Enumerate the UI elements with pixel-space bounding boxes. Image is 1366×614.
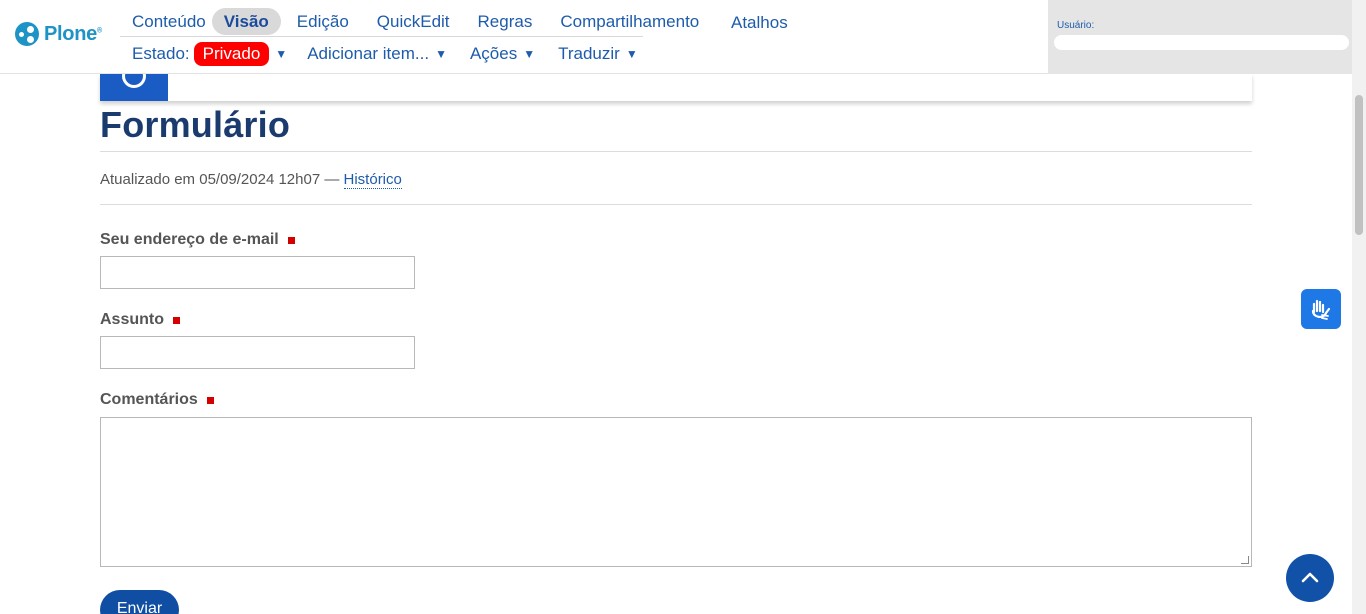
back-to-top-button[interactable] [1286, 554, 1334, 602]
state-label: Estado: [132, 44, 190, 63]
comments-label-text: Comentários [100, 391, 198, 408]
divider [100, 151, 1252, 152]
nav-visao[interactable]: Visão [211, 8, 281, 35]
vlibras-widget-button[interactable] [1301, 289, 1341, 329]
email-field-label: Seu endereço de e-mail [100, 231, 295, 249]
nav-conteudo[interactable]: Conteúdo [120, 8, 218, 35]
chevron-down-icon: ▼ [625, 47, 638, 61]
email-field[interactable] [100, 256, 415, 289]
toolbar-primary-nav: Conteúdo Visão Edição QuickEdit Regras C… [120, 7, 699, 37]
chevron-down-icon: ▼ [523, 47, 536, 61]
comments-textarea[interactable] [100, 417, 1252, 567]
chevron-up-icon [1301, 572, 1319, 583]
nav-edicao[interactable]: Edição [285, 8, 361, 35]
plone-logo-text: Plone® [44, 22, 102, 45]
submit-button[interactable]: Enviar [100, 590, 179, 614]
required-marker [206, 396, 214, 404]
user-field[interactable] [1054, 35, 1349, 50]
user-panel: Usuário: [1048, 0, 1352, 74]
nav-quickedit[interactable]: QuickEdit [365, 8, 462, 35]
resize-handle-icon[interactable] [1241, 556, 1249, 564]
menu-adicionar-item[interactable]: Adicionar item... ▼ [307, 44, 447, 64]
required-marker [173, 316, 180, 324]
nav-regras[interactable]: Regras [466, 8, 545, 35]
menu-acoes[interactable]: Ações ▼ [470, 44, 535, 64]
email-label-text: Seu endereço de e-mail [100, 231, 279, 248]
plone-logo-icon [15, 22, 39, 46]
nav-atalhos[interactable]: Atalhos [731, 9, 788, 36]
chevron-down-icon: ▼ [435, 47, 447, 61]
required-marker [287, 236, 295, 244]
subject-label-text: Assunto [100, 311, 164, 328]
page-title: Formulário [100, 104, 291, 145]
site-header-card [100, 64, 1252, 101]
history-link[interactable]: Histórico [343, 171, 402, 189]
user-label: Usuário: [1057, 20, 1095, 31]
edit-toolbar: Plone® Conteúdo Visão Edição QuickEdit R… [0, 0, 1352, 74]
subject-field[interactable] [100, 336, 415, 369]
updated-text: Atualizado em 05/09/2024 12h07 — [100, 171, 340, 188]
page-scrollbar[interactable] [1352, 0, 1366, 614]
state-caret-icon[interactable]: ▼ [275, 47, 287, 61]
scrollbar-thumb[interactable] [1355, 95, 1363, 235]
toolbar-secondary-nav: Estado: Privado ▼ Adicionar item... ▼ Aç… [132, 41, 638, 67]
nav-atalhos-wrap: Atalhos [731, 7, 788, 37]
document-byline: Atualizado em 05/09/2024 12h07 — Históri… [100, 171, 402, 189]
hands-sign-language-icon [1311, 299, 1331, 320]
state-badge[interactable]: Privado [193, 42, 270, 66]
menu-adicionar-item-label: Adicionar item... [307, 44, 430, 63]
menu-traduzir-label: Traduzir [558, 44, 620, 63]
menu-acoes-label: Ações [469, 44, 518, 63]
menu-traduzir[interactable]: Traduzir ▼ [558, 44, 638, 64]
divider [100, 204, 1252, 205]
subject-field-label: Assunto [100, 311, 180, 329]
plone-logo[interactable]: Plone® [15, 22, 102, 46]
comments-field-label: Comentários [100, 391, 214, 409]
header-logo-block[interactable] [100, 64, 168, 101]
nav-compartilhamento[interactable]: Compartilhamento [548, 8, 711, 35]
